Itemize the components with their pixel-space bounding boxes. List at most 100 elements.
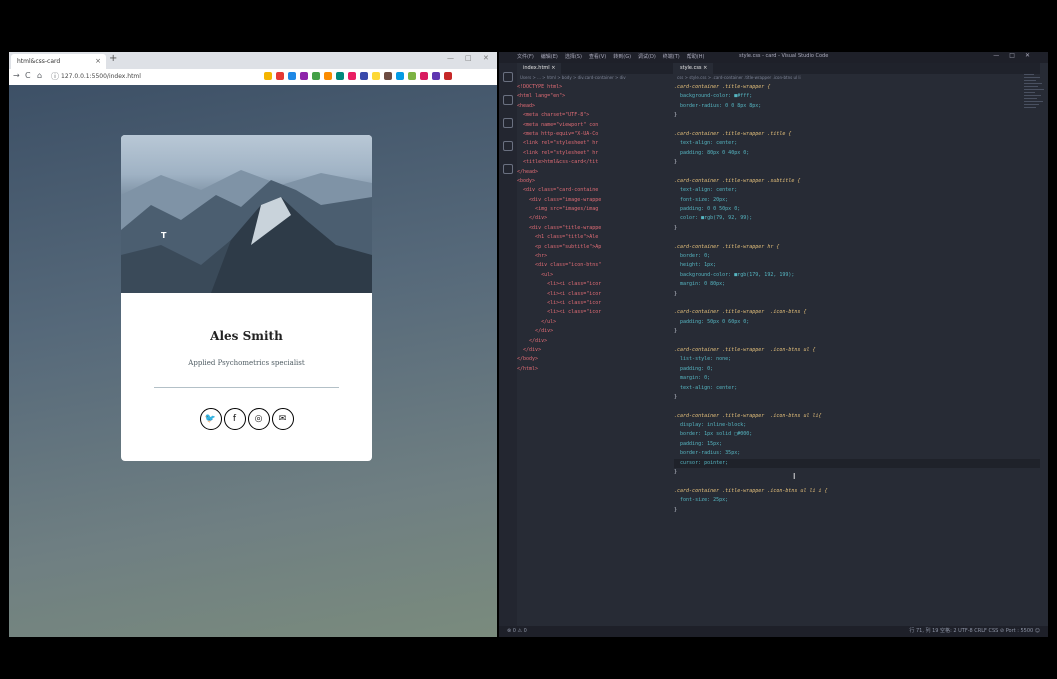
code-line: .card-container .title-wrapper .icon-btn… xyxy=(674,412,822,419)
code-line: border: 1px solid □#000; xyxy=(674,431,753,438)
extension-icon[interactable] xyxy=(360,72,368,80)
extension-icon[interactable] xyxy=(336,72,344,80)
menu-item[interactable]: 帮助(H) xyxy=(687,53,705,60)
tab-label: style.css xyxy=(680,65,702,71)
extension-icon[interactable] xyxy=(348,72,356,80)
code-line: <body> xyxy=(517,177,536,184)
extension-icon[interactable] xyxy=(408,72,416,80)
site-info-icon[interactable]: ⓘ xyxy=(51,71,59,82)
browser-tab[interactable]: html&css-card × xyxy=(11,54,106,69)
vscode-titlebar: 文件(F) 编辑(E) 选择(S) 查看(V) 转到(G) 调试(D) 终端(T) 帮助(H)… xyxy=(499,52,1048,63)
window-controls[interactable]: —□✕ xyxy=(993,52,1040,59)
extension-icon[interactable] xyxy=(276,72,284,80)
code-line: <hr> xyxy=(517,253,548,260)
menu-item[interactable]: 选择(S) xyxy=(565,53,582,60)
extension-icon[interactable] xyxy=(312,72,320,80)
home-button[interactable]: ⌂ xyxy=(37,71,42,80)
close-icon[interactable]: × xyxy=(551,65,555,71)
code-line: <link rel="stylesheet" hr xyxy=(517,149,599,156)
code-line: } xyxy=(674,469,678,476)
code-line: font-size: 20px; xyxy=(674,196,729,203)
close-tab-icon[interactable]: × xyxy=(95,54,101,69)
maximize-button[interactable]: □ xyxy=(465,54,472,62)
code-line: color: ■rgb(79, 92, 99); xyxy=(674,215,753,222)
code-line: </html> xyxy=(517,365,539,372)
extension-icon[interactable] xyxy=(324,72,332,80)
code-line: } xyxy=(674,159,678,166)
back-button[interactable]: → xyxy=(13,71,20,80)
code-line: <meta name="viewport" con xyxy=(517,121,599,128)
tab-style-css[interactable]: style.css × xyxy=(674,63,714,74)
css-code[interactable]: .card-container .title-wrapper { backgro… xyxy=(674,82,1040,515)
code-line: </div> xyxy=(517,337,548,344)
code-line: <h1 class="title">Ale xyxy=(517,234,599,241)
extensions-icon[interactable] xyxy=(503,164,513,174)
code-line: border-radius: 0 0 8px 8px; xyxy=(674,102,762,109)
code-line: <p class="subtitle">Ap xyxy=(517,243,602,250)
minimize-button[interactable]: — xyxy=(447,54,454,62)
menu-item[interactable]: 查看(V) xyxy=(589,53,606,60)
code-line: list-style: none; xyxy=(674,356,732,363)
extension-icon[interactable] xyxy=(384,72,392,80)
menu-item[interactable]: 转到(G) xyxy=(613,53,631,60)
editor-css: style.css × css > style.css > .card-cont… xyxy=(674,63,1040,626)
code-line: padding: 80px 0 40px 0; xyxy=(674,149,750,156)
code-line: display: inline-block; xyxy=(674,422,747,429)
extension-icon[interactable] xyxy=(444,72,452,80)
menu-item[interactable]: 文件(F) xyxy=(517,53,534,60)
extension-icon[interactable] xyxy=(372,72,380,80)
card-subtitle: Applied Psychometrics specialist xyxy=(188,359,305,367)
code-line: } xyxy=(674,290,678,297)
code-line: <li><i class="icor xyxy=(517,309,602,316)
tab-index-html[interactable]: index.html × xyxy=(517,63,562,74)
source-control-icon[interactable] xyxy=(503,118,513,128)
minimap[interactable] xyxy=(1024,74,1048,154)
menu-item[interactable]: 调试(D) xyxy=(638,53,656,60)
code-line: <ul> xyxy=(517,271,554,278)
code-line: <meta http-equiv="X-UA-Co xyxy=(517,130,599,137)
status-bar: ⊗ 0 ⚠ 0 行 71, 列 19 空格: 2 UTF-8 CRLF CSS … xyxy=(499,626,1048,637)
code-line: border: 0; xyxy=(674,253,711,260)
editor-status[interactable]: 行 71, 列 19 空格: 2 UTF-8 CRLF CSS ⊘ Port :… xyxy=(909,626,1040,637)
mail-icon[interactable]: ✉ xyxy=(271,408,294,430)
instagram-icon[interactable]: ◎ xyxy=(247,408,270,430)
new-tab-button[interactable]: + xyxy=(109,53,117,64)
code-line: text-align: center; xyxy=(674,384,738,391)
browser-tab-title: html&css-card xyxy=(17,58,61,65)
window-title: style.css - card - Visual Studio Code xyxy=(739,53,829,59)
close-icon[interactable]: × xyxy=(703,65,707,71)
code-line: font-size: 25px; xyxy=(674,497,729,504)
code-line: <!DOCTYPE html> xyxy=(517,84,563,90)
code-line: .card-container .title-wrapper { xyxy=(674,84,771,90)
search-icon[interactable] xyxy=(503,95,513,105)
code-line: </div> xyxy=(517,215,548,222)
reload-button[interactable]: C xyxy=(25,71,31,80)
extension-toolbar xyxy=(264,72,452,80)
twitter-icon[interactable]: 🐦 xyxy=(199,408,222,430)
html-code[interactable]: <!DOCTYPE html> <html lang="en"> <head> <m… xyxy=(517,82,673,374)
extension-icon[interactable] xyxy=(288,72,296,80)
code-line: margin: 0; xyxy=(674,375,711,382)
extension-icon[interactable] xyxy=(396,72,404,80)
code-line: background-color: ■#fff; xyxy=(674,93,753,100)
code-line: </body> xyxy=(517,356,539,363)
ibeam-cursor-icon: I xyxy=(793,472,796,481)
close-window-button[interactable]: ✕ xyxy=(483,54,489,62)
menu-item[interactable]: 编辑(E) xyxy=(541,53,558,60)
extension-icon[interactable] xyxy=(300,72,308,80)
code-line: padding: 50px 0 60px 0; xyxy=(674,318,750,325)
explorer-icon[interactable] xyxy=(503,72,513,82)
extension-icon[interactable] xyxy=(420,72,428,80)
code-line: padding: 15px; xyxy=(674,440,723,447)
facebook-icon[interactable]: f xyxy=(223,408,246,430)
breadcrumb: Users > ... > html > body > div.card-con… xyxy=(520,75,626,80)
extension-icon[interactable] xyxy=(264,72,272,80)
url-input[interactable]: 127.0.0.1:5500/index.html xyxy=(61,70,261,83)
code-line: </div> xyxy=(517,346,542,353)
extension-icon[interactable] xyxy=(432,72,440,80)
menu-item[interactable]: 终端(T) xyxy=(663,53,680,60)
social-icons: 🐦 f ◎ ✉ xyxy=(121,408,372,430)
debug-icon[interactable] xyxy=(503,141,513,151)
problems-status[interactable]: ⊗ 0 ⚠ 0 xyxy=(507,626,527,637)
